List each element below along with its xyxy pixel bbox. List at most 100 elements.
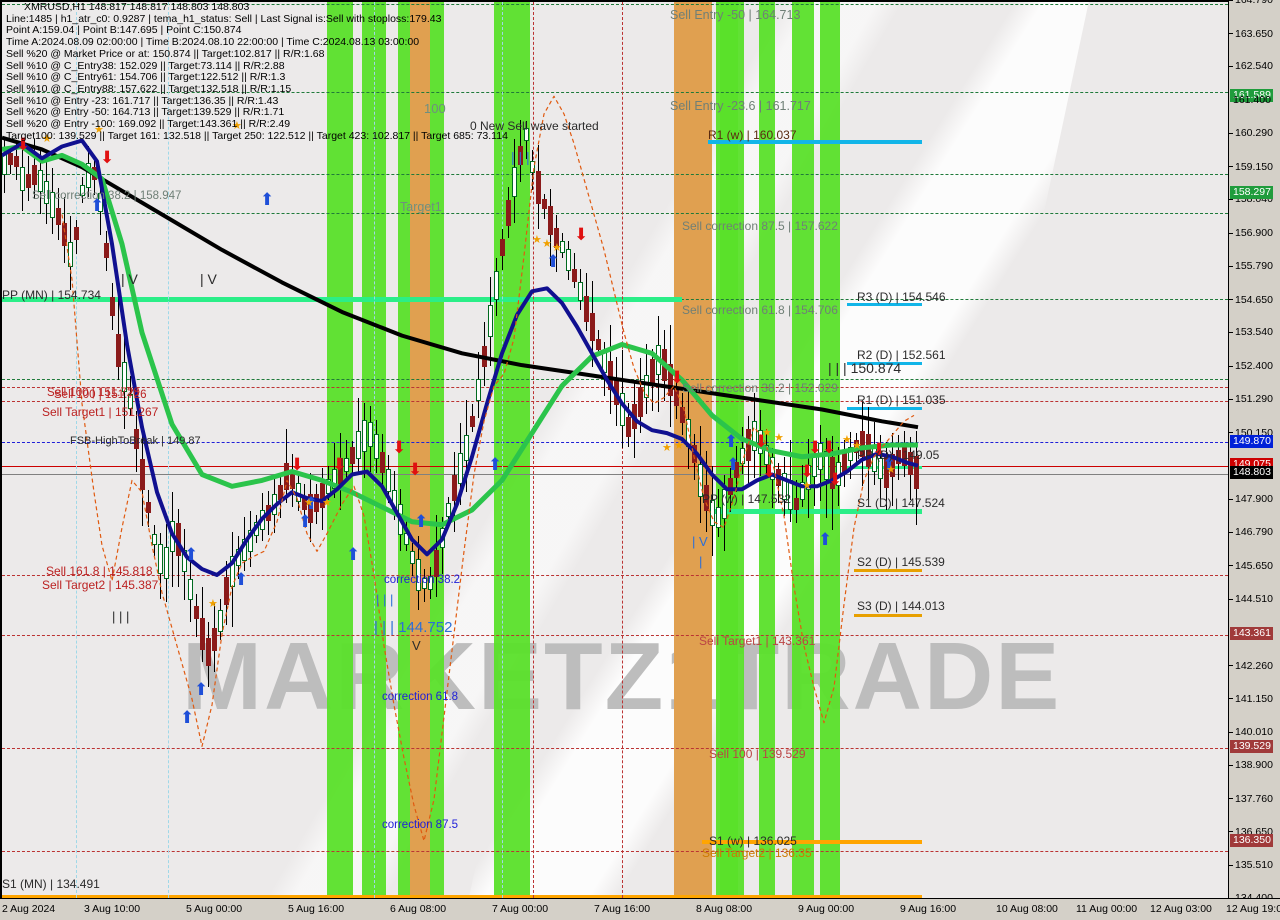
price-tick: 145.650 xyxy=(1229,560,1280,572)
annotation-pp-w: PP (w) | 147.532 xyxy=(702,492,791,506)
signal-arrow-up-28: ⬆ xyxy=(726,455,741,475)
candle-body xyxy=(776,469,781,486)
candle-body xyxy=(638,387,643,417)
fractal-star: ★ xyxy=(762,426,772,439)
time-tick: 9 Aug 16:00 xyxy=(900,903,957,915)
candle-body xyxy=(254,521,259,536)
candle-body xyxy=(2,153,7,175)
candle-body xyxy=(20,167,25,191)
candle-body xyxy=(284,463,289,491)
candle-body xyxy=(326,478,331,494)
annotation-s2-d: S2 (D) | 145.539 xyxy=(857,555,945,569)
signal-arrow-up-3: ⬆ xyxy=(260,190,275,210)
candle-body xyxy=(32,165,37,186)
candle-body xyxy=(656,345,661,375)
candle-body xyxy=(272,493,277,515)
candle-body xyxy=(350,447,355,464)
candle-body xyxy=(482,345,487,368)
annotation-wave-v: V xyxy=(412,638,421,653)
annotation-correction-618: correction 61.8 xyxy=(382,691,459,703)
candle-body xyxy=(116,333,121,367)
candle-body xyxy=(92,167,97,180)
annotation-target1-mid: Target1 xyxy=(400,200,442,214)
candle-body xyxy=(494,271,499,300)
signal-arrow-up-9: ⬆ xyxy=(546,252,561,272)
price-tick: 164.790 xyxy=(1229,0,1280,6)
candle-body xyxy=(242,539,247,561)
fractal-star: ★ xyxy=(886,463,896,476)
price-tick: 135.510 xyxy=(1229,859,1280,871)
candle-body xyxy=(596,338,601,351)
candle-body xyxy=(632,403,637,429)
candle-body xyxy=(374,434,379,460)
candle-body xyxy=(602,351,607,373)
fractal-star: ★ xyxy=(542,237,552,250)
candle-body xyxy=(224,576,229,605)
price-tick: 159.150 xyxy=(1229,161,1280,173)
price-tick: 152.400 xyxy=(1229,360,1280,372)
price-tick: 154.650 xyxy=(1229,294,1280,306)
trading-chart-window[interactable]: MARKETZ1TRADE ⬇ ⬇ ⬆ ⬆ ⬇ ⬇ ⬇ ⬇ ⬆ ⬆ ⬇ ⬇ ⬆ ⬇ ⬇ ⬇ ⬇ ⬇ ⬆ ⬆ ⬆ ⬆ ⬆ ⬆ ⬆ ⬆ ⬆… xyxy=(0,0,1280,920)
annotation-r1-w: R1 (w) | 160.037 xyxy=(708,128,797,142)
price-tick: 151.290 xyxy=(1229,393,1280,405)
fractal-star: ★ xyxy=(532,233,542,246)
candle-body xyxy=(452,475,457,501)
candle-body xyxy=(380,452,385,474)
candle-body xyxy=(164,546,169,580)
candle-body xyxy=(176,523,181,556)
candle-body xyxy=(260,510,265,530)
candle-body xyxy=(386,468,391,493)
candle-body xyxy=(218,610,223,632)
fractal-star: ★ xyxy=(552,241,562,254)
candle-body xyxy=(188,579,193,601)
sell-corr-382-line xyxy=(2,174,1228,176)
fractal-star: ★ xyxy=(674,439,684,452)
annotation-s1-d: S1 (D) | 147.524 xyxy=(857,496,945,510)
candle-body xyxy=(542,198,547,210)
signal-arrow-up-20: ⬆ xyxy=(234,570,249,590)
candle-body xyxy=(26,174,31,188)
signal-arrow-up-12: ⬆ xyxy=(724,432,739,452)
annotation-wave-iii: | | | xyxy=(112,609,130,624)
candle-body xyxy=(590,312,595,341)
signal-arrow-dn-16: ⬇ xyxy=(822,438,837,458)
annotation-point-b2: | xyxy=(699,554,703,569)
price-axis[interactable]: 164.790 163.650 162.540 160.290 159.150 158.0… xyxy=(1228,0,1280,898)
candle-body xyxy=(674,389,679,406)
time-axis[interactable]: 2 Aug 2024 3 Aug 10:00 5 Aug 00:00 5 Aug 16… xyxy=(0,898,1280,920)
signal-arrow-up-23: ⬆ xyxy=(346,545,361,565)
candle-body xyxy=(38,170,43,192)
candle-body xyxy=(440,528,445,549)
signal-arrow-dn-29: ⬇ xyxy=(762,462,777,482)
candle-body xyxy=(572,269,577,283)
candle-body xyxy=(476,379,481,402)
candle-body xyxy=(458,453,463,484)
candle-body xyxy=(362,420,367,453)
signal-arrow-up-19: ⬆ xyxy=(184,545,199,565)
time-tick: 7 Aug 00:00 xyxy=(492,903,549,915)
price-tick: 153.540 xyxy=(1229,326,1280,338)
signal-arrow-up-27: ⬆ xyxy=(818,530,833,550)
price-label-143-361: 143.361 xyxy=(1230,627,1273,641)
candle-body xyxy=(620,392,625,426)
candle-body xyxy=(146,501,151,514)
r1-d-level xyxy=(847,406,922,410)
annotation-s3-d: S3 (D) | 144.013 xyxy=(857,599,945,613)
candle-body xyxy=(398,504,403,535)
annotation-wave-iv-2: | V xyxy=(200,271,217,287)
time-tick: 3 Aug 10:00 xyxy=(84,903,141,915)
s1w-dash-line xyxy=(2,851,1228,853)
fractal-star: ★ xyxy=(304,496,314,509)
sell-target2-line-a xyxy=(2,574,1228,576)
annotation-sell-entry-50: Sell Entry -50 | 164.713 xyxy=(670,8,801,22)
candle-body xyxy=(530,160,535,174)
candle-body xyxy=(650,359,655,383)
candle-body xyxy=(110,296,115,316)
candle-body xyxy=(56,207,61,226)
annotation-sell-target1-r: Sell Target1 | 143.361 xyxy=(699,634,816,648)
candle-body xyxy=(464,434,469,462)
candle-body xyxy=(794,497,799,511)
signal-arrow-dn-5: ⬇ xyxy=(332,455,347,475)
fractal-star: ★ xyxy=(774,431,784,444)
annotation-point-a-low: | | | 144.752 xyxy=(374,619,453,636)
